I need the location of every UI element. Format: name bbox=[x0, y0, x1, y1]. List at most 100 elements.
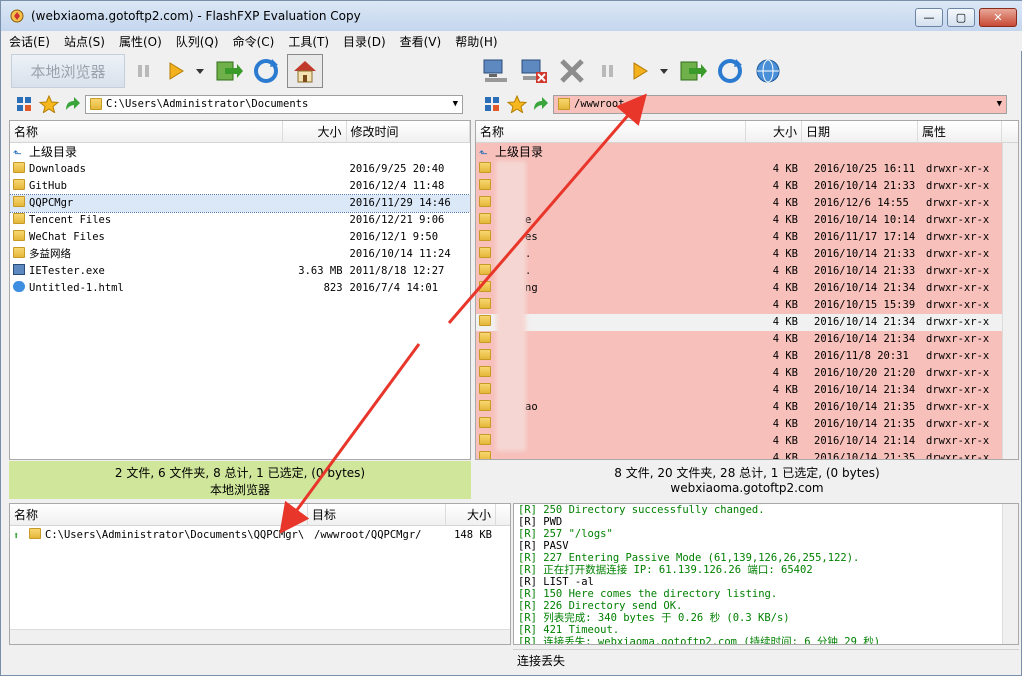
queue-col-target[interactable]: 目标 bbox=[308, 504, 446, 526]
remote-file-attr: drwxr-xr-x bbox=[926, 197, 990, 209]
remote-favorites-star-icon[interactable] bbox=[507, 95, 527, 113]
remote-file-row[interactable]: 4 KB 2016/10/14 21:34 drwxr-xr-x bbox=[476, 331, 1018, 348]
remote-file-row[interactable]: 4 KB 2016/10/14 21:14 drwxr-xr-x bbox=[476, 433, 1018, 450]
menu-directory[interactable]: 目录(D) bbox=[343, 33, 386, 50]
transfer-dropdown-icon[interactable] bbox=[193, 54, 207, 88]
local-browser-button[interactable]: 本地浏览器 bbox=[11, 54, 125, 88]
remote-file-row[interactable]: 4 KB 2016/10/20 21:20 drwxr-xr-x bbox=[476, 365, 1018, 382]
local-path-combo[interactable]: C:\Users\Administrator\Documents ▼ bbox=[85, 94, 463, 114]
remote-file-row[interactable]: ao 4 KB 2016/10/14 21:35 drwxr-xr-x bbox=[476, 399, 1018, 416]
menu-options[interactable]: 属性(O) bbox=[119, 33, 162, 50]
pause-icon[interactable] bbox=[129, 54, 159, 88]
refresh-icon[interactable] bbox=[249, 54, 283, 88]
menu-commands[interactable]: 命令(C) bbox=[233, 33, 275, 50]
disconnect-icon[interactable] bbox=[517, 54, 551, 88]
remote-file-row[interactable]: 4 KB 2016/10/14 21:35 drwxr-xr-x bbox=[476, 416, 1018, 433]
parent-dir-arrow-icon[interactable] bbox=[63, 95, 81, 113]
folder-icon bbox=[13, 162, 25, 173]
remote-file-row[interactable]: 4 KB 2016/11/8 20:31 drwxr-xr-x bbox=[476, 348, 1018, 365]
menu-view[interactable]: 查看(V) bbox=[400, 33, 442, 50]
remote-file-date: 2016/10/14 21:33 bbox=[814, 180, 916, 192]
refresh-folder-icon[interactable] bbox=[211, 54, 245, 88]
local-status-sub: 本地浏览器 bbox=[209, 483, 270, 497]
remote-file-row[interactable]: 4 KB 2016/10/15 15:39 drwxr-xr-x bbox=[476, 297, 1018, 314]
remote-parent-row[interactable]: ⬑ 上级目录 bbox=[476, 144, 1018, 161]
remote-path-bar: /wwwroot ▼ bbox=[477, 92, 1019, 116]
remote-scrollbar[interactable] bbox=[1002, 143, 1018, 459]
local-file-row[interactable]: GitHub 2016/12/4 11:48 bbox=[10, 178, 470, 195]
remote-file-row[interactable]: es 4 KB 2016/11/17 17:14 drwxr-xr-x bbox=[476, 229, 1018, 246]
log-lines: [R] 250 Directory successfully changed.[… bbox=[518, 504, 1002, 644]
globe-icon[interactable] bbox=[751, 54, 785, 88]
remote-refresh-icon[interactable] bbox=[713, 54, 747, 88]
menu-session[interactable]: 会话(E) bbox=[9, 33, 50, 50]
remote-pause-icon[interactable] bbox=[593, 54, 623, 88]
remote-col-name[interactable]: 名称 bbox=[476, 121, 746, 143]
log-scrollbar[interactable] bbox=[1002, 504, 1018, 644]
menu-help[interactable]: 帮助(H) bbox=[455, 33, 497, 50]
remote-file-row[interactable]: 4 KB 2016/12/6 14:55 drwxr-xr-x bbox=[476, 195, 1018, 212]
menu-tools[interactable]: 工具(T) bbox=[288, 33, 329, 50]
local-col-name[interactable]: 名称 bbox=[10, 121, 283, 143]
remote-file-row[interactable]: 4 KB 2016/10/14 21:34 drwxr-xr-x bbox=[476, 314, 1018, 331]
local-file-row[interactable]: QQPCMgr 2016/11/29 14:46 bbox=[10, 194, 470, 213]
minimize-button[interactable]: — bbox=[915, 8, 943, 27]
local-file-modified: 2011/8/18 12:27 bbox=[349, 265, 445, 277]
remote-folder-icon bbox=[558, 98, 570, 110]
remote-file-attr: drwxr-xr-x bbox=[926, 435, 990, 447]
local-col-modified[interactable]: 修改时间 bbox=[347, 121, 470, 143]
remote-transfer-play-icon[interactable] bbox=[627, 54, 653, 88]
remote-file-row[interactable]: ng 4 KB 2016/10/14 21:34 drwxr-xr-x bbox=[476, 280, 1018, 297]
parent-dir-icon: ⬑ bbox=[479, 148, 488, 160]
remote-chevron-down-icon[interactable]: ▼ bbox=[997, 99, 1002, 109]
remote-file-date: 2016/10/14 21:35 bbox=[814, 418, 916, 430]
remote-file-date: 2016/10/14 21:34 bbox=[814, 316, 916, 328]
remote-file-size: 4 KB bbox=[772, 163, 798, 175]
transfer-play-icon[interactable] bbox=[163, 54, 189, 88]
menu-sites[interactable]: 站点(S) bbox=[64, 33, 105, 50]
sites-icon[interactable] bbox=[15, 95, 33, 113]
remote-file-row[interactable]: e4 KB 2016/10/14 10:14 drwxr-xr-x bbox=[476, 212, 1018, 229]
queue-col-size[interactable]: 大小 bbox=[446, 504, 496, 526]
remote-file-date: 2016/12/6 14:55 bbox=[814, 197, 909, 209]
close-button[interactable]: ✕ bbox=[979, 8, 1017, 27]
queue-col-name[interactable]: 名称 bbox=[10, 504, 308, 526]
remote-file-row[interactable]: 4 KB 2016/10/14 21:34 drwxr-xr-x bbox=[476, 382, 1018, 399]
abort-icon[interactable] bbox=[555, 54, 589, 88]
remote-file-row[interactable]: .4 KB 2016/10/14 21:33 drwxr-xr-x bbox=[476, 246, 1018, 263]
remote-parent-dir-arrow-icon[interactable] bbox=[531, 95, 549, 113]
flashfxp-window: (webxiaoma.gotoftp2.com) - FlashFXP Eval… bbox=[0, 0, 1022, 676]
remote-file-row[interactable]: 4 KB 2016/10/25 16:11 drwxr-xr-x bbox=[476, 161, 1018, 178]
remote-file-row[interactable]: 4 KB 2016/10/14 21:35 drwxr-xr-x bbox=[476, 450, 1018, 459]
local-file-row[interactable]: IETester.exe 3.63 MB 2011/8/18 12:27 bbox=[10, 263, 470, 280]
remote-file-row[interactable]: .4 KB 2016/10/14 21:33 drwxr-xr-x bbox=[476, 263, 1018, 280]
queue-hscrollbar[interactable] bbox=[10, 629, 510, 644]
local-file-row[interactable]: WeChat Files 2016/12/1 9:50 bbox=[10, 229, 470, 246]
local-file-row[interactable]: 多益网络 2016/10/14 11:24 bbox=[10, 246, 470, 263]
local-file-row[interactable]: Tencent Files 2016/12/21 9:06 bbox=[10, 212, 470, 229]
remote-sites-icon[interactable] bbox=[483, 95, 501, 113]
local-file-row[interactable]: ⬑ 上级目录 bbox=[10, 144, 470, 161]
upload-arrow-icon: ⬆ bbox=[13, 530, 20, 542]
local-file-row[interactable]: Untitled-1.html 823 2016/7/4 14:01 bbox=[10, 280, 470, 297]
home-icon[interactable] bbox=[287, 54, 323, 88]
queue-row[interactable]: ⬆ C:\Users\Administrator\Documents\QQPCMg… bbox=[10, 527, 510, 544]
local-col-size[interactable]: 大小 bbox=[283, 121, 347, 143]
remote-transfer-dropdown-icon[interactable] bbox=[657, 54, 671, 88]
remote-refresh-folder-icon[interactable] bbox=[675, 54, 709, 88]
local-file-row[interactable]: Downloads 2016/9/25 20:40 bbox=[10, 161, 470, 178]
remote-path-combo[interactable]: /wwwroot ▼ bbox=[553, 94, 1007, 114]
log-line: [R] 250 Directory successfully changed. bbox=[518, 504, 765, 516]
remote-col-date[interactable]: 日期 bbox=[802, 121, 918, 143]
menu-queue[interactable]: 队列(Q) bbox=[176, 33, 219, 50]
local-file-name-cell: QQPCMgr bbox=[10, 195, 283, 212]
local-file-size bbox=[283, 161, 347, 178]
maximize-button[interactable]: ▢ bbox=[947, 8, 975, 27]
connect-icon[interactable] bbox=[479, 54, 513, 88]
remote-file-row[interactable]: 4 KB 2016/10/14 21:33 drwxr-xr-x bbox=[476, 178, 1018, 195]
remote-col-size[interactable]: 大小 bbox=[746, 121, 802, 143]
chevron-down-icon[interactable]: ▼ bbox=[453, 99, 458, 109]
remote-file-name-cell bbox=[476, 450, 746, 459]
remote-col-attr[interactable]: 属性 bbox=[918, 121, 1002, 143]
favorites-star-icon[interactable] bbox=[39, 95, 59, 113]
